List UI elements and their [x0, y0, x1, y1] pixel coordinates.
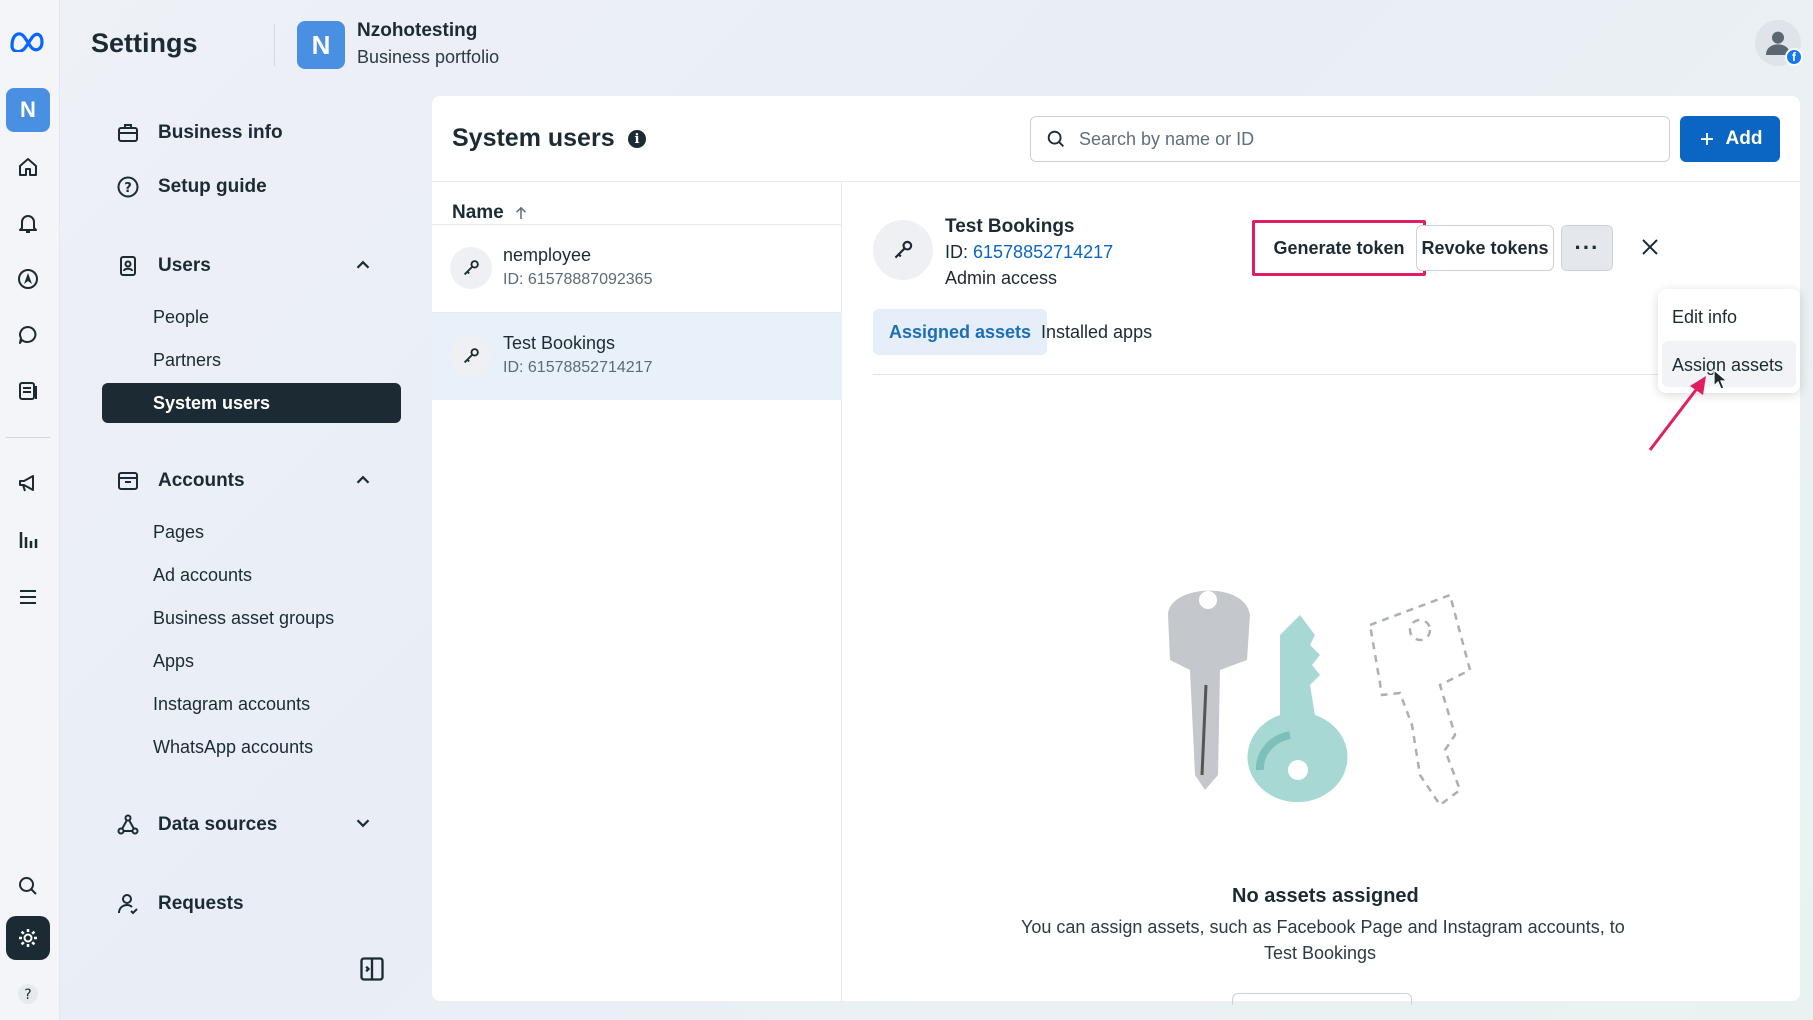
nav-setup-guide[interactable]: ? Setup guide [100, 173, 267, 201]
detail-access: Admin access [945, 268, 1058, 288]
nav-data-sources[interactable]: Data sources [100, 811, 277, 839]
nav-partners[interactable]: Partners [153, 350, 221, 371]
nav-pages[interactable]: Pages [153, 522, 204, 543]
keys-illustration [1168, 590, 1472, 807]
menu-icon[interactable] [6, 575, 50, 619]
plus-icon [1700, 133, 1713, 145]
mouse-cursor-icon [1713, 369, 1729, 390]
id-link[interactable]: 61578852714217 [973, 242, 1113, 262]
svg-text:?: ? [124, 181, 132, 196]
empty-state-title: No assets assigned [1232, 885, 1419, 907]
search-icon [1047, 130, 1064, 147]
generate-token-button[interactable]: Generate token [1256, 225, 1422, 271]
megaphone-icon[interactable] [6, 461, 50, 505]
divider [274, 24, 275, 66]
nav-users[interactable]: Users [100, 252, 211, 280]
search-icon[interactable] [6, 864, 50, 908]
chevron-up-icon[interactable] [352, 469, 374, 491]
add-button[interactable]: Add [1680, 116, 1780, 162]
system-users-list: Name nemployee ID: 61578887092365 Test B… [432, 182, 842, 1001]
nav-business-asset-groups[interactable]: Business asset groups [153, 608, 334, 629]
assign-assets-button[interactable] [1232, 993, 1412, 1005]
collapse-panel-icon[interactable] [358, 955, 386, 983]
revoke-tokens-button[interactable]: Revoke tokens [1416, 225, 1554, 271]
top-bar: Settings N Nzohotesting Business portfol… [60, 0, 1813, 92]
question-circle-icon: ? [114, 173, 142, 201]
business-avatar[interactable]: N [297, 21, 345, 69]
detail-name: Test Bookings [945, 216, 1075, 237]
nav-people[interactable]: People [153, 307, 209, 328]
search-box[interactable] [1030, 116, 1670, 162]
user-name: Test Bookings [503, 333, 616, 353]
navigation-icon[interactable] [6, 257, 50, 301]
chevron-up-icon[interactable] [352, 254, 374, 276]
meta-logo-icon[interactable] [6, 18, 50, 62]
nav-label: Business info [158, 122, 283, 143]
column-label: Name [452, 202, 504, 223]
nav-label: Setup guide [158, 176, 267, 197]
user-id: ID: 61578852714217 [503, 359, 653, 376]
menu-item-edit-info[interactable]: Edit info [1672, 307, 1737, 328]
nav-business-info[interactable]: Business info [100, 119, 283, 147]
list-item[interactable]: nemployee ID: 61578887092365 [432, 224, 842, 312]
empty-state-description: Test Bookings [1264, 943, 1377, 963]
nav-label: Requests [158, 893, 244, 914]
nav-ad-accounts[interactable]: Ad accounts [153, 565, 252, 586]
nav-whatsapp-accounts[interactable]: WhatsApp accounts [153, 737, 313, 758]
gear-icon[interactable] [6, 916, 50, 960]
key-icon [450, 247, 492, 289]
briefcase-icon [114, 119, 142, 147]
tab-installed-apps[interactable]: Installed apps [1025, 309, 1168, 355]
panel-title: System users [452, 124, 615, 152]
business-avatar[interactable]: N [6, 88, 50, 132]
nav-label: Accounts [158, 470, 245, 491]
help-icon[interactable]: ? [6, 972, 50, 1016]
name-column-header[interactable]: Name [452, 202, 530, 224]
more-options-button[interactable]: ··· [1561, 225, 1613, 271]
bell-icon[interactable] [6, 201, 50, 245]
business-name[interactable]: Nzohotesting [357, 20, 477, 42]
nav-requests[interactable]: Requests [100, 890, 244, 918]
empty-state-description: You can assign assets, such as Facebook … [1021, 917, 1625, 937]
nav-system-users[interactable]: System users [102, 383, 401, 423]
system-users-panel: System users i Add Name nemployee ID: 61… [432, 96, 1800, 1001]
key-icon [873, 220, 933, 280]
data-sources-icon [114, 811, 142, 839]
pages-icon[interactable] [6, 369, 50, 413]
page-title: Settings [91, 28, 198, 58]
svg-text:?: ? [24, 987, 31, 1003]
arrow-up-icon [515, 206, 526, 219]
user-id: ID: 61578887092365 [503, 271, 653, 288]
chevron-down-icon[interactable] [352, 812, 374, 834]
person-add-icon [114, 890, 142, 918]
detail-id: ID: 61578852714217 [945, 242, 1113, 263]
nav-instagram-accounts[interactable]: Instagram accounts [153, 694, 310, 715]
id-card-icon [114, 252, 142, 280]
add-label: Add [1725, 128, 1763, 149]
chat-icon[interactable] [6, 313, 50, 357]
close-icon[interactable] [1638, 235, 1662, 259]
business-subtitle: Business portfolio [357, 47, 500, 67]
tab-assigned-assets[interactable]: Assigned assets [873, 309, 1048, 355]
nav-apps[interactable]: Apps [153, 651, 194, 672]
profile-avatar[interactable]: f [1755, 20, 1803, 66]
user-name: nemployee [503, 245, 592, 265]
nav-label: Users [158, 255, 211, 276]
home-icon[interactable] [6, 145, 50, 189]
search-input[interactable] [1079, 128, 1639, 150]
facebook-icon: f [1785, 48, 1803, 66]
list-item[interactable]: Test Bookings ID: 61578852714217 [432, 312, 842, 400]
id-prefix: ID: [945, 242, 974, 262]
divider [873, 374, 1699, 375]
insights-icon[interactable] [6, 518, 50, 562]
left-rail: N ? [0, 0, 60, 1020]
info-icon[interactable]: i [628, 130, 646, 148]
key-icon [450, 335, 492, 377]
panel-header: System users i Add [432, 96, 1800, 182]
nav-accounts[interactable]: Accounts [100, 467, 245, 495]
archive-icon [114, 467, 142, 495]
nav-label: Data sources [158, 814, 278, 835]
